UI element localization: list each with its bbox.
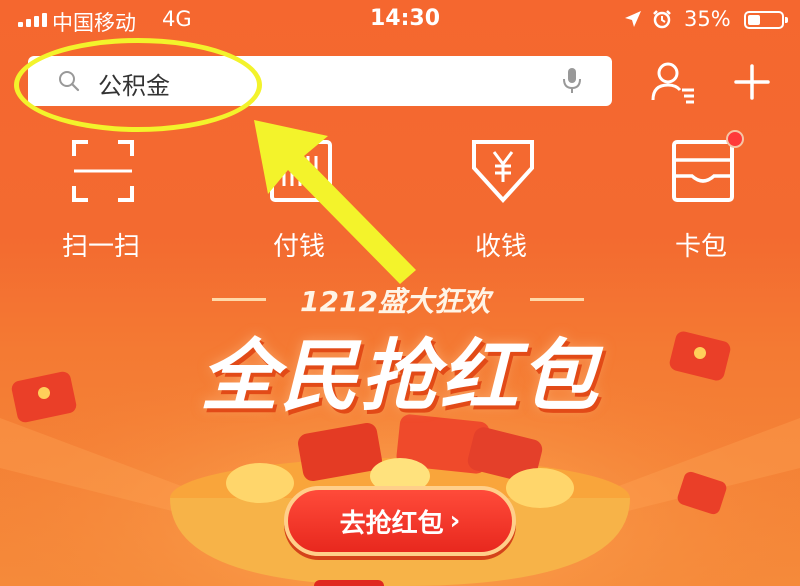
status-bar: 中国移动 4G 14:30 35%: [0, 0, 800, 40]
shortcut-card-wallet[interactable]: 卡包: [636, 138, 766, 268]
battery-icon: [744, 11, 788, 29]
banner-title: 全民抢红包: [199, 332, 600, 422]
scan-icon: [72, 140, 134, 202]
shortcut-collect[interactable]: 收钱: [436, 138, 566, 268]
notification-badge: [726, 130, 744, 148]
shortcut-label: 付钱: [272, 232, 325, 262]
collect-money-icon: [472, 140, 534, 203]
signal-icon: [18, 11, 47, 27]
chevron-right-icon: ›: [449, 506, 461, 536]
promo-banner[interactable]: 1212盛大狂欢 全民抢红包 去抢红包 ›: [0, 268, 800, 586]
bottom-tab-indicator: [314, 580, 384, 586]
subtitle-line-right: [530, 298, 584, 301]
location-icon: [625, 11, 641, 27]
shortcut-label: 扫一扫: [61, 232, 140, 262]
shortcut-pay[interactable]: 付钱: [234, 138, 364, 268]
plus-icon[interactable]: [734, 64, 770, 100]
shortcut-label: 收钱: [474, 232, 527, 262]
search-icon: [59, 71, 80, 92]
shortcut-label: 卡包: [674, 232, 727, 262]
subtitle-line-left: [212, 298, 266, 301]
shortcut-scan[interactable]: 扫一扫: [36, 138, 166, 268]
alipay-home-screen: 中国移动 4G 14:30 35% 公积金 扫一扫 付钱 收钱 卡包 1212盛…: [0, 0, 800, 586]
pay-icon: [270, 140, 332, 202]
grab-red-envelope-button[interactable]: 去抢红包 ›: [284, 486, 516, 556]
card-wallet-icon: [672, 140, 734, 202]
microphone-icon[interactable]: [562, 67, 582, 95]
contacts-icon[interactable]: [650, 60, 696, 104]
carrier-name: 中国移动: [52, 11, 136, 35]
button-label: 去抢红包: [339, 508, 444, 539]
search-bar[interactable]: 公积金: [28, 56, 612, 106]
search-input[interactable]: 公积金: [98, 66, 170, 101]
network-type: 4G: [162, 7, 192, 31]
alarm-icon: [653, 10, 671, 29]
battery-percentage: 35%: [684, 7, 731, 31]
status-time: 14:30: [370, 6, 441, 31]
